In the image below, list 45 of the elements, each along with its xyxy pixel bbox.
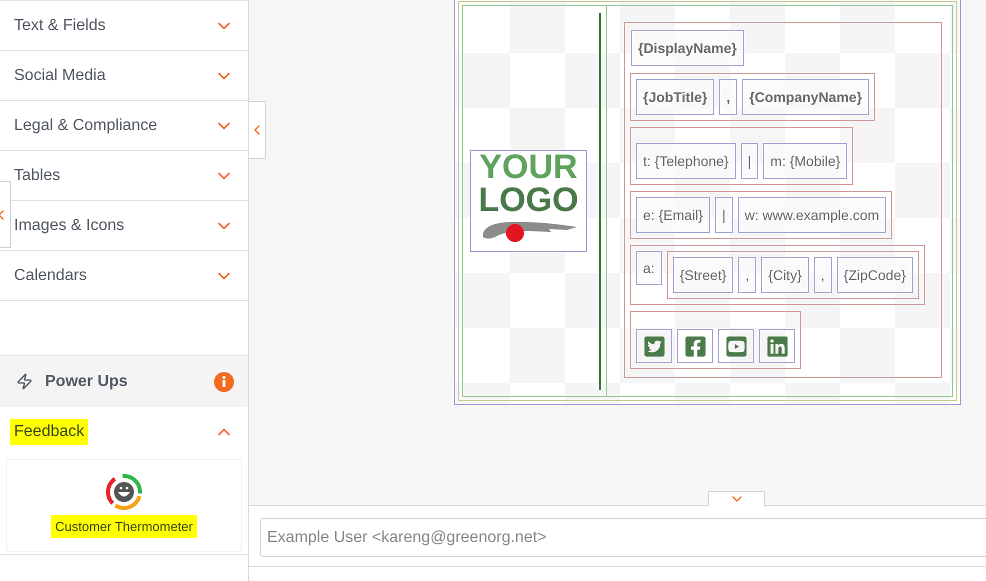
section-label: Images & Icons [14, 216, 124, 234]
expand-tab[interactable] [708, 491, 765, 506]
thermometer-icon [105, 473, 143, 511]
section-label: Tables [14, 166, 60, 184]
power-up-label: Customer Thermometer [51, 515, 197, 538]
section-label: Feedback [10, 419, 88, 445]
section-label: Text & Fields [14, 16, 106, 34]
section-label: Calendars [14, 266, 87, 284]
signature-field: m: {Mobile} [763, 143, 848, 179]
signature-field: a: [636, 251, 662, 285]
lightning-icon [16, 373, 33, 390]
signature-field: {CompanyName} [742, 79, 870, 115]
sidebar-section[interactable]: Social Media [10, 51, 248, 100]
recipient-field[interactable]: Example User <kareng@greenorg.net> [260, 518, 986, 557]
signature-field: {DisplayName} [631, 30, 744, 66]
sidebar-section[interactable]: Text & Fields [10, 1, 248, 50]
feedback-section[interactable]: Feedback [0, 407, 248, 457]
linkedin-icon [766, 334, 788, 358]
sidebar-section[interactable]: Legal & Compliance [10, 101, 248, 150]
signature-field: , [738, 257, 756, 293]
sidebar-section[interactable]: Images & Icons [10, 201, 248, 250]
signature-field: {City} [761, 257, 809, 293]
sidebar-section[interactable]: Tables [10, 151, 248, 200]
twitter-icon [642, 334, 666, 358]
signature-field: , [814, 257, 832, 293]
signature-field: e: {Email} [636, 197, 710, 233]
facebook-icon [684, 334, 706, 358]
signature-field: t: {Telephone} [636, 143, 736, 179]
signature-field: {Street} [672, 257, 734, 293]
signature-field: | [740, 143, 758, 179]
signature-field: w: www.example.com [738, 197, 886, 233]
sidebar-section[interactable]: Calendars [10, 251, 248, 300]
signature-field: {ZipCode} [836, 257, 913, 293]
power-ups-label: Power Ups [45, 372, 129, 390]
signature-field: {JobTitle} [636, 79, 714, 115]
section-label: Legal & Compliance [14, 116, 158, 134]
video-play-icon [724, 334, 748, 358]
section-label: Social Media [14, 66, 106, 84]
collapse-handle[interactable] [249, 101, 266, 159]
logo-text: YOUR [479, 151, 578, 184]
signature-field: | [714, 197, 733, 233]
signature-field: , [719, 79, 738, 115]
power-up-card[interactable]: Customer Thermometer [6, 459, 242, 552]
logo-text: LOGO [478, 184, 579, 217]
info-icon[interactable] [214, 372, 234, 392]
